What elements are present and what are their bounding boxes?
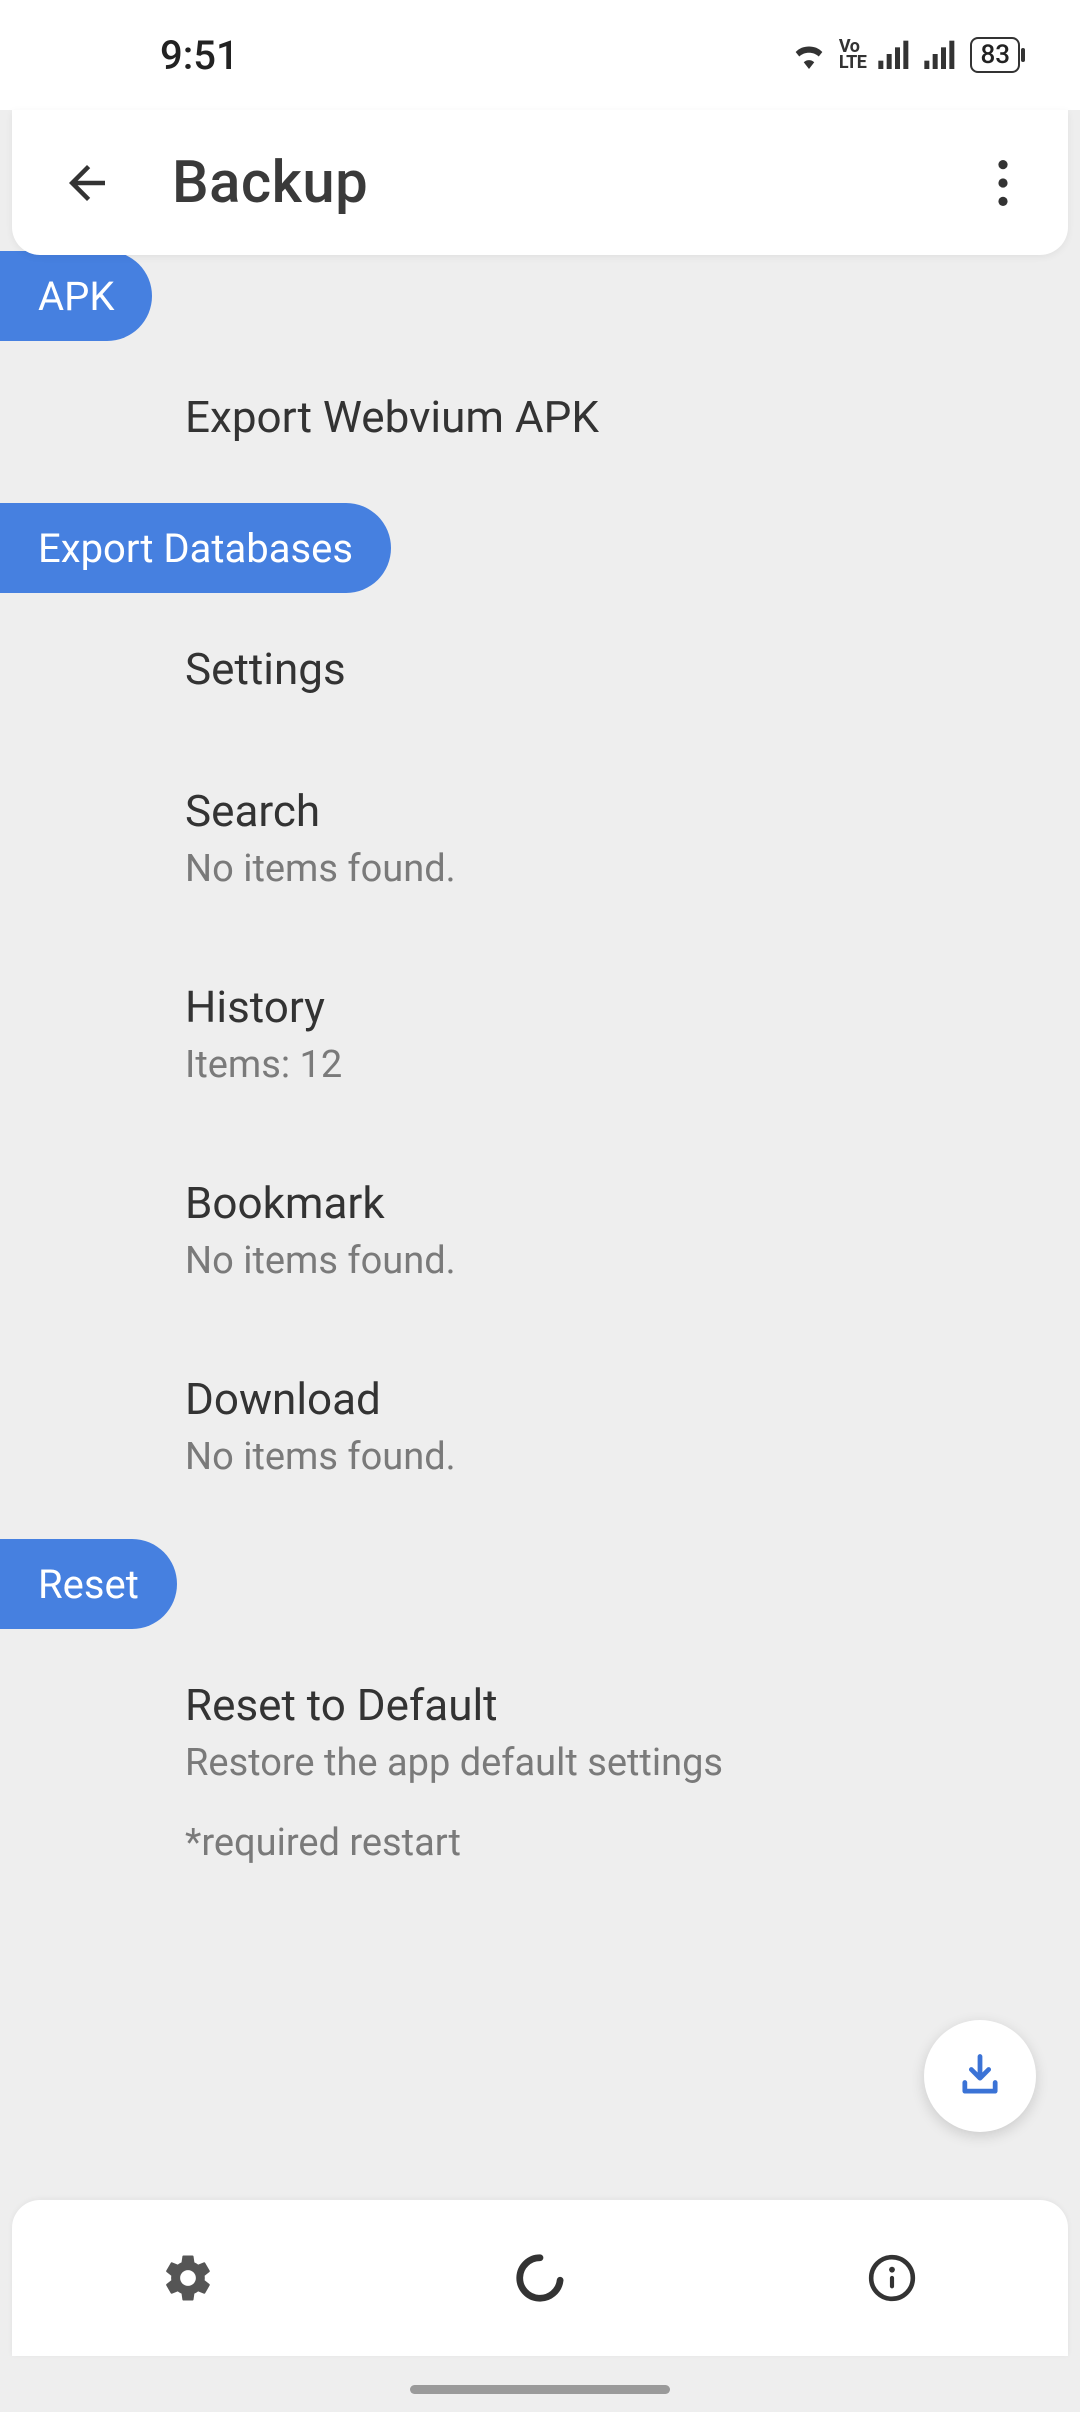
restart-note: *required restart: [0, 1785, 1080, 1865]
section-chip-label: Export Databases: [38, 525, 353, 572]
spinner-icon: [513, 2251, 567, 2305]
section-chip-reset: Reset: [0, 1539, 177, 1629]
gear-icon: [161, 2251, 215, 2305]
signal-icon-2: [924, 32, 958, 79]
item-subtitle: No items found.: [185, 1239, 1080, 1283]
info-icon: [867, 2253, 917, 2303]
item-title: Settings: [185, 643, 1080, 695]
download-icon: [954, 2050, 1006, 2102]
item-subtitle: Restore the app default settings: [185, 1741, 1080, 1785]
item-download[interactable]: Download No items found.: [0, 1323, 1080, 1479]
item-search[interactable]: Search No items found.: [0, 735, 1080, 891]
app-bar: Backup: [12, 110, 1068, 255]
section-chip-label: Reset: [38, 1561, 139, 1608]
item-subtitle: No items found.: [185, 1435, 1080, 1479]
nav-info-button[interactable]: [802, 2228, 982, 2328]
section-chip-export-databases: Export Databases: [0, 503, 391, 593]
nav-refresh-button[interactable]: [450, 2228, 630, 2328]
section-chip-apk: APK: [0, 251, 152, 341]
page-title: Backup: [172, 149, 368, 217]
item-title: History: [185, 981, 1080, 1033]
section-chip-label: APK: [38, 273, 114, 320]
status-bar: 9:51 VoLTE 83: [0, 0, 1080, 110]
item-reset-default[interactable]: Reset to Default Restore the app default…: [0, 1629, 1080, 1785]
item-settings[interactable]: Settings: [0, 593, 1080, 695]
battery-indicator: 83: [970, 37, 1020, 73]
bottom-nav: [12, 2200, 1068, 2356]
arrow-back-icon: [60, 156, 114, 210]
content: APK Export Webvium APK Export Databases …: [0, 255, 1080, 1865]
item-subtitle: No items found.: [185, 847, 1080, 891]
volte-icon: VoLTE: [839, 39, 867, 71]
item-title: Export Webvium APK: [185, 391, 1080, 443]
battery-level: 83: [980, 40, 1010, 70]
item-bookmark[interactable]: Bookmark No items found.: [0, 1127, 1080, 1283]
item-title: Bookmark: [185, 1177, 1080, 1229]
item-history[interactable]: History Items: 12: [0, 931, 1080, 1087]
overflow-menu-button[interactable]: [968, 138, 1038, 228]
download-fab[interactable]: [924, 2020, 1036, 2132]
wifi-icon: [791, 32, 827, 79]
item-subtitle: Items: 12: [185, 1043, 1080, 1087]
signal-icon-1: [878, 32, 912, 79]
home-indicator[interactable]: [410, 2385, 670, 2394]
item-title: Search: [185, 785, 1080, 837]
more-vert-icon: [998, 160, 1008, 206]
back-button[interactable]: [42, 138, 132, 228]
status-time: 9:51: [160, 32, 239, 79]
item-export-apk[interactable]: Export Webvium APK: [0, 341, 1080, 443]
status-right: VoLTE 83: [791, 32, 1020, 79]
item-title: Reset to Default: [185, 1679, 1080, 1731]
item-title: Download: [185, 1373, 1080, 1425]
nav-settings-button[interactable]: [98, 2228, 278, 2328]
